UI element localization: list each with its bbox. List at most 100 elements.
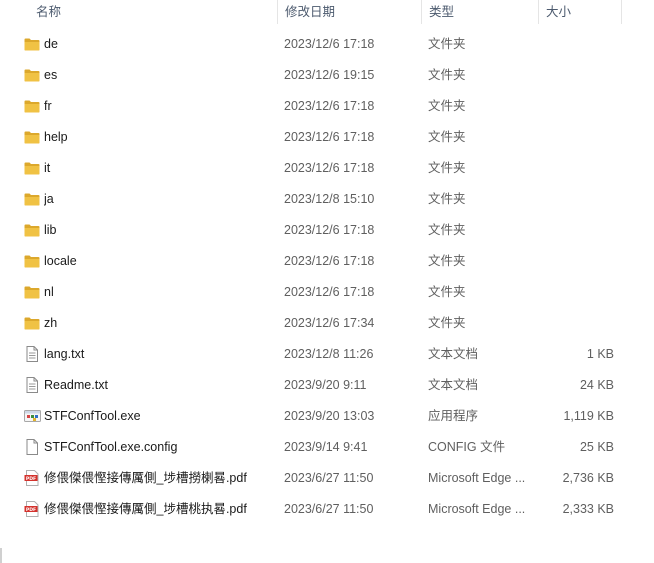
file-row[interactable]: PDF 修偎傑偎慳接傳厲側_埗槽桃执晷.pdf 2023/6/27 11:50 Mic… (0, 494, 654, 525)
file-size: 2,333 KB (562, 502, 614, 516)
file-list-view: 名称 ⌃ 修改日期 类型 大小 de 2023/12/6 17:18 文件夹 es 20… (0, 0, 654, 563)
file-modified-date: 2023/12/8 15:10 (284, 192, 375, 206)
file-type: 文件夹 (428, 99, 466, 113)
file-type: CONFIG 文件 (428, 440, 506, 454)
file-size (540, 91, 614, 122)
file-size: 2,736 KB (562, 471, 614, 485)
text-file-icon (24, 377, 40, 393)
file-row[interactable]: de 2023/12/6 17:18 文件夹 (0, 29, 654, 60)
column-header-type[interactable]: 类型 (421, 0, 539, 24)
file-row[interactable]: locale 2023/12/6 17:18 文件夹 (0, 246, 654, 277)
pdf-icon: PDF (24, 501, 40, 517)
file-type: 文件夹 (428, 285, 466, 299)
file-size: 25 KB (579, 440, 614, 454)
file-name: lang.txt (44, 347, 85, 361)
file-modified-date: 2023/12/6 17:18 (284, 285, 375, 299)
file-size (540, 184, 614, 215)
folder-icon (24, 130, 40, 144)
file-size (540, 308, 614, 339)
file-size (540, 153, 614, 184)
file-size (540, 60, 614, 91)
folder-icon (24, 285, 40, 299)
file-name: locale (44, 254, 77, 268)
file-row[interactable]: it 2023/12/6 17:18 文件夹 (0, 153, 654, 184)
file-modified-date: 2023/12/6 17:18 (284, 254, 375, 268)
svg-text:PDF: PDF (26, 476, 36, 482)
folder-icon (24, 99, 40, 113)
file-modified-date: 2023/12/6 17:18 (284, 37, 375, 51)
folder-icon (24, 192, 40, 206)
file-row[interactable]: PDF 修偎傑偎慳接傳厲側_埗槽撈楋晷.pdf 2023/6/27 11:50 Mic… (0, 463, 654, 494)
file-name: STFConfTool.exe.config (44, 440, 178, 454)
folder-icon (24, 316, 40, 330)
column-header-bar: 名称 ⌃ 修改日期 类型 大小 (0, 0, 654, 26)
file-type: Microsoft Edge ... (428, 502, 526, 516)
file-modified-date: 2023/12/6 17:18 (284, 161, 375, 175)
folder-icon (24, 223, 40, 237)
file-row[interactable]: es 2023/12/6 19:15 文件夹 (0, 60, 654, 91)
svg-text:PDF: PDF (26, 507, 36, 513)
file-modified-date: 2023/9/20 13:03 (284, 409, 375, 423)
file-row[interactable]: STFConfTool.exe.config 2023/9/14 9:41 CONF… (0, 432, 654, 463)
file-size: 1,119 KB (563, 409, 614, 423)
pdf-icon: PDF (24, 470, 40, 486)
file-modified-date: 2023/9/14 9:41 (284, 440, 368, 454)
file-type: 文件夹 (428, 316, 466, 330)
file-modified-date: 2023/12/6 19:15 (284, 68, 375, 82)
exe-icon (24, 409, 41, 423)
column-header-name[interactable]: 名称 (28, 0, 278, 24)
file-type: Microsoft Edge ... (428, 471, 526, 485)
file-type: 文件夹 (428, 254, 466, 268)
column-header-date[interactable]: 修改日期 (277, 0, 422, 24)
file-row[interactable]: zh 2023/12/6 17:34 文件夹 (0, 308, 654, 339)
file-name: nl (44, 285, 54, 299)
file-row[interactable]: Readme.txt 2023/9/20 9:11 文本文档 24 KB (0, 370, 654, 401)
file-row[interactable]: STFConfTool.exe 2023/9/20 13:03 应用程序 1,119 … (0, 401, 654, 432)
file-name: ja (44, 192, 54, 206)
file-name: es (44, 68, 58, 82)
file-size (540, 122, 614, 153)
column-header-size[interactable]: 大小 (538, 0, 622, 24)
file-type: 应用程序 (428, 409, 479, 423)
file-size (540, 246, 614, 277)
file-row[interactable]: lib 2023/12/6 17:18 文件夹 (0, 215, 654, 246)
file-name: 修偎傑偎慳接傳厲側_埗槽撈楋晷.pdf (44, 471, 247, 485)
folder-icon (24, 37, 40, 51)
file-name: 修偎傑偎慳接傳厲側_埗槽桃执晷.pdf (44, 502, 247, 516)
file-type: 文件夹 (428, 68, 466, 82)
folder-icon (24, 161, 40, 175)
config-file-icon (24, 439, 40, 455)
file-modified-date: 2023/12/6 17:18 (284, 99, 375, 113)
file-row[interactable]: lang.txt 2023/12/8 11:26 文本文档 1 KB (0, 339, 654, 370)
file-modified-date: 2023/9/20 9:11 (284, 378, 367, 392)
file-type: 文件夹 (428, 192, 466, 206)
file-name: fr (44, 99, 52, 113)
file-size: 1 KB (586, 347, 614, 361)
file-modified-date: 2023/12/6 17:18 (284, 223, 375, 237)
file-type: 文件夹 (428, 161, 466, 175)
column-divider[interactable] (621, 0, 622, 24)
file-name: it (44, 161, 51, 175)
file-name: de (44, 37, 58, 51)
file-size (540, 277, 614, 308)
file-modified-date: 2023/6/27 11:50 (284, 471, 374, 485)
file-rows: de 2023/12/6 17:18 文件夹 es 2023/12/6 19:15 文件夹… (0, 29, 654, 525)
file-type: 文件夹 (428, 223, 466, 237)
file-row[interactable]: nl 2023/12/6 17:18 文件夹 (0, 277, 654, 308)
file-row[interactable]: help 2023/12/6 17:18 文件夹 (0, 122, 654, 153)
file-size: 24 KB (579, 378, 614, 392)
file-type: 文本文档 (428, 378, 479, 392)
file-size (540, 215, 614, 246)
folder-icon (24, 68, 40, 82)
file-type: 文本文档 (428, 347, 479, 361)
file-name: zh (44, 316, 58, 330)
sort-caret-icon: ⌃ (150, 0, 158, 3)
file-modified-date: 2023/6/27 11:50 (284, 502, 374, 516)
text-file-icon (24, 346, 40, 362)
file-row[interactable]: ja 2023/12/8 15:10 文件夹 (0, 184, 654, 215)
file-type: 文件夹 (428, 37, 466, 51)
file-name: Readme.txt (44, 378, 108, 392)
file-row[interactable]: fr 2023/12/6 17:18 文件夹 (0, 91, 654, 122)
file-type: 文件夹 (428, 130, 466, 144)
file-name: lib (44, 223, 57, 237)
